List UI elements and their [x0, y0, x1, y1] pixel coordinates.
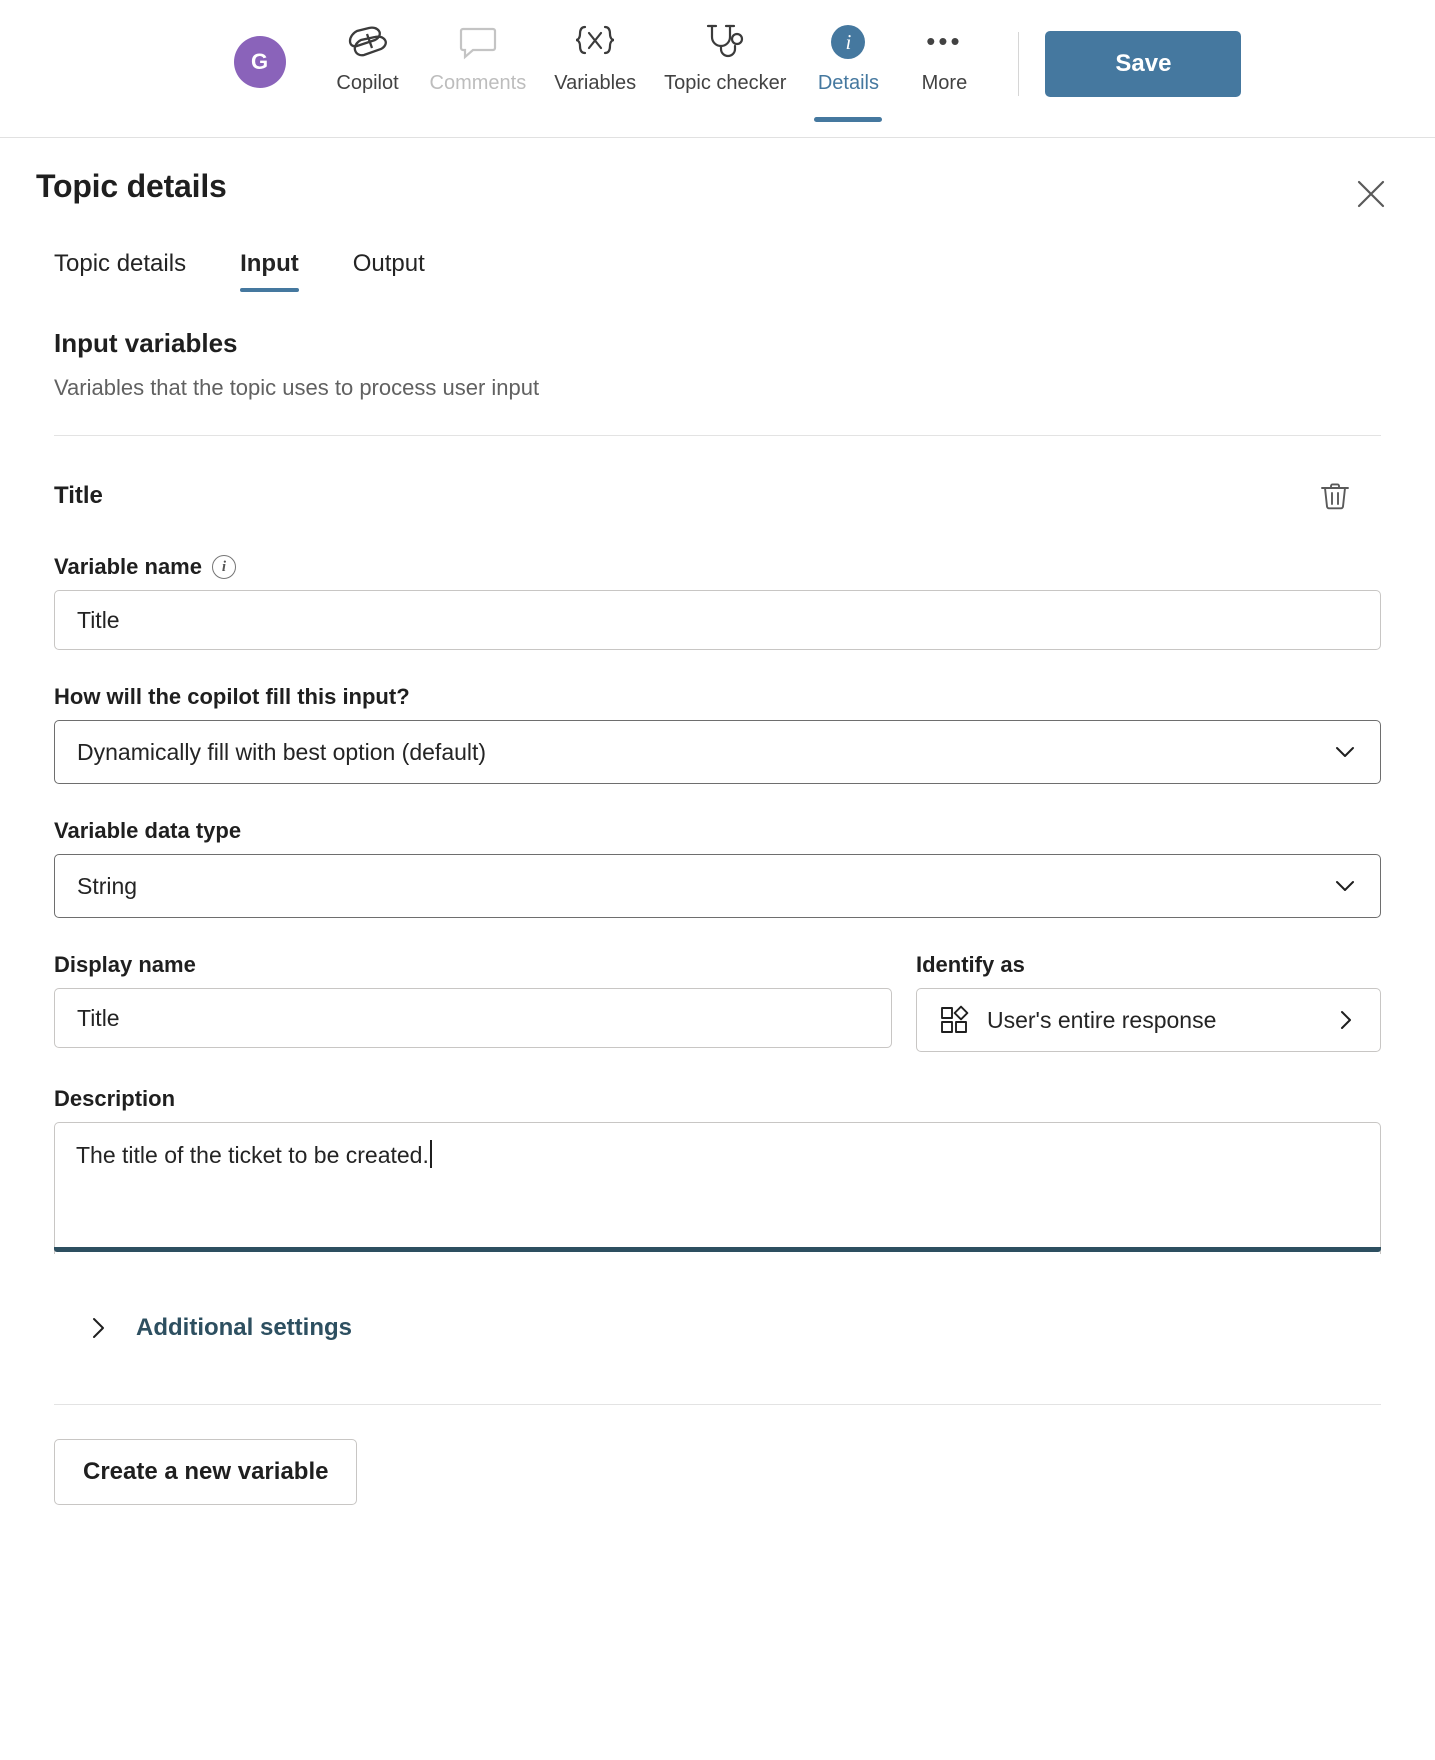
tab-topic-details[interactable]: Topic details	[54, 250, 186, 292]
focus-indicator	[54, 1247, 1381, 1252]
fill-method-field: How will the copilot fill this input? Dy…	[54, 684, 1381, 784]
save-button[interactable]: Save	[1045, 31, 1242, 97]
variable-name-label: Variable name i	[54, 554, 1381, 580]
fill-method-dropdown[interactable]: Dynamically fill with best option (defau…	[54, 720, 1381, 784]
entity-icon	[941, 1005, 969, 1033]
data-type-label: Variable data type	[54, 818, 242, 843]
fill-method-value: Dynamically fill with best option (defau…	[77, 738, 487, 765]
variables-icon	[572, 16, 618, 68]
divider	[54, 1404, 1381, 1405]
command-variables[interactable]: Variables	[540, 0, 650, 138]
identify-as-field: Identify as User's entire response	[916, 918, 1381, 1052]
fill-method-label: How will the copilot fill this input?	[54, 684, 410, 709]
additional-settings-toggle[interactable]: Additional settings	[86, 1314, 352, 1342]
data-type-value: String	[77, 872, 138, 899]
command-label: More	[921, 72, 968, 94]
data-type-field: Variable data type String	[54, 818, 1381, 918]
command-bar: G Copilot Comments Variables Topic check…	[0, 0, 1435, 138]
info-icon[interactable]: i	[211, 555, 236, 579]
display-name-label: Display name	[54, 952, 196, 977]
command-label: Topic checker	[664, 72, 787, 94]
command-label: Comments	[429, 72, 527, 94]
create-variable-button[interactable]: Create a new variable	[54, 1439, 358, 1505]
chevron-down-icon	[1336, 747, 1354, 757]
tab-output[interactable]: Output	[353, 250, 425, 292]
page-title: Topic details	[36, 168, 227, 204]
command-label: Variables	[554, 72, 637, 94]
divider	[54, 435, 1381, 436]
data-type-dropdown[interactable]: String	[54, 854, 1381, 918]
description-field: Description	[54, 1086, 1381, 1112]
command-copilot[interactable]: Copilot	[320, 0, 416, 138]
identify-as-picker[interactable]: User's entire response	[916, 988, 1381, 1052]
command-topic-checker[interactable]: Topic checker	[650, 0, 800, 138]
chevron-down-icon	[1336, 881, 1354, 891]
variable-name-input[interactable]	[54, 590, 1381, 650]
display-identify-row: Display name Identify as User's entire r…	[54, 918, 1381, 1052]
command-details[interactable]: i Details	[800, 0, 896, 138]
panel-header: Topic details	[36, 138, 1399, 218]
variable-title: Title	[54, 482, 103, 509]
close-icon[interactable]	[1347, 170, 1395, 218]
tab-list: Topic details Input Output	[54, 250, 1399, 292]
toolbar-divider	[1018, 32, 1020, 96]
display-name-field: Display name	[54, 918, 892, 1052]
additional-settings-label: Additional settings	[136, 1314, 352, 1341]
identify-as-value: User's entire response	[987, 1006, 1217, 1033]
command-label: Copilot	[336, 72, 399, 94]
variable-name-label-text: Variable name	[54, 554, 202, 579]
tab-input[interactable]: Input	[240, 250, 299, 292]
description-label: Description	[54, 1086, 176, 1111]
description-textarea-wrap: The title of the ticket to be created.	[54, 1122, 1381, 1254]
command-comments[interactable]: Comments	[416, 0, 541, 138]
ellipsis-icon: •••	[926, 26, 963, 57]
copilot-icon	[345, 16, 391, 68]
command-label: Details	[817, 72, 879, 94]
variable-name-field: Variable name i	[54, 554, 1381, 650]
variable-header: Title	[54, 472, 1381, 520]
section-heading: Input variables	[54, 328, 238, 358]
description-textarea[interactable]	[54, 1122, 1381, 1254]
comment-icon	[458, 16, 498, 68]
chevron-right-icon	[1341, 1011, 1351, 1029]
chevron-right-icon	[93, 1318, 104, 1338]
info-circle-icon: i	[831, 16, 866, 68]
topic-details-panel: Topic details Topic details Input Output…	[0, 138, 1435, 1760]
display-name-input[interactable]	[54, 988, 892, 1048]
trash-icon[interactable]	[1311, 472, 1359, 520]
command-more[interactable]: ••• More	[896, 0, 992, 138]
identify-as-label: Identify as	[916, 952, 1025, 977]
stethoscope-icon	[703, 16, 747, 68]
section-subheading: Variables that the topic uses to process…	[54, 375, 540, 400]
avatar[interactable]: G	[233, 36, 286, 88]
